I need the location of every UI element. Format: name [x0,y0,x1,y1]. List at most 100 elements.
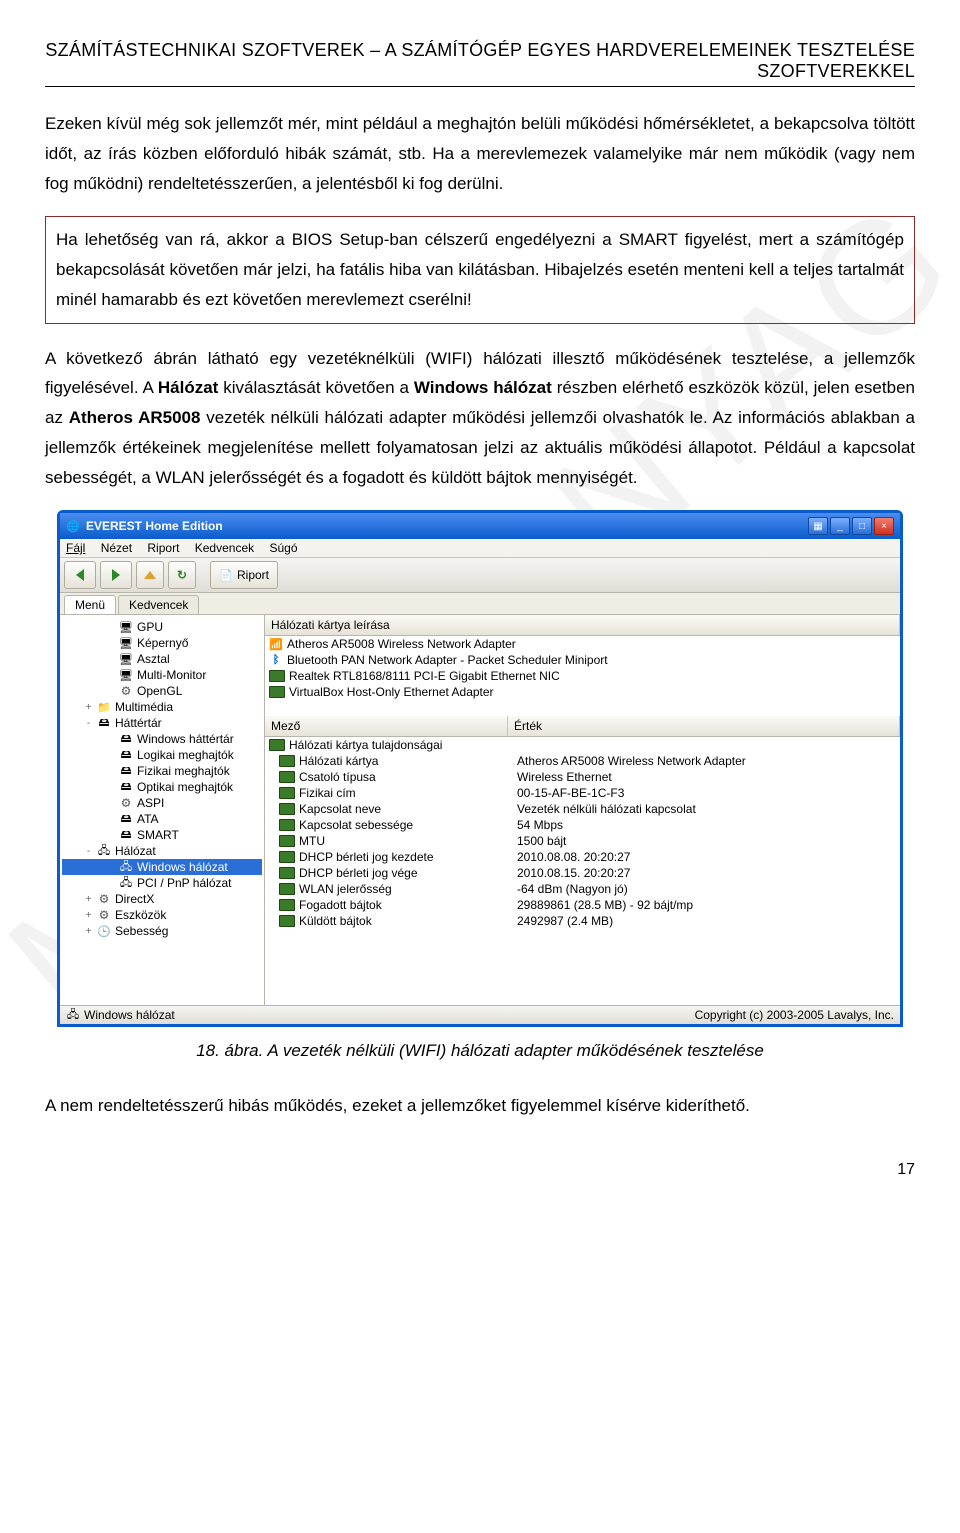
col-field[interactable]: Mező [265,716,508,736]
property-row[interactable]: Fogadott bájtok29889861 (28.5 MB) - 92 b… [265,897,900,913]
tree-item[interactable]: Fizikai meghajtók [62,763,262,779]
back-button[interactable] [64,561,96,589]
adapter-label: Atheros AR5008 Wireless Network Adapter [287,637,516,651]
back-icon [76,569,84,581]
property-row[interactable]: DHCP bérleti jog vége2010.08.15. 20:20:2… [265,865,900,881]
tree-item[interactable]: GPU [62,619,262,635]
adapter-label: Realtek RTL8168/8111 PCI-E Gigabit Ether… [289,669,560,683]
status-icon [66,1008,80,1022]
wifi-icon [269,637,283,651]
tree-item-label: Windows hálózat [137,860,228,874]
disk-icon [119,748,133,762]
bt-icon [269,653,283,667]
menu-favorites[interactable]: Kedvencek [195,541,254,555]
menu-file[interactable]: Fájl [66,541,85,555]
adapter-row[interactable]: VirtualBox Host-Only Ethernet Adapter [265,684,900,700]
adapter-label: VirtualBox Host-Only Ethernet Adapter [289,685,494,699]
tree-item[interactable]: Optikai meghajtók [62,779,262,795]
tree-item[interactable]: Windows hálózat [62,859,262,875]
maximize-button[interactable]: □ [852,517,872,535]
property-row[interactable]: Fizikai cím00-15-AF-BE-1C-F3 [265,785,900,801]
report-button[interactable]: Riport [210,561,278,589]
property-value: Vezeték nélküli hálózati kapcsolat [513,801,900,817]
adapter-row[interactable]: Atheros AR5008 Wireless Network Adapter [265,636,900,652]
property-row[interactable]: Kapcsolat sebessége54 Mbps [265,817,900,833]
tree-item[interactable]: PCI / PnP hálózat [62,875,262,891]
nic-icon [279,883,295,895]
property-key: DHCP bérleti jog vége [299,866,418,880]
tree-item[interactable]: Asztal [62,651,262,667]
property-row[interactable]: Hálózati kártya tulajdonságai [265,737,900,753]
property-value: -64 dBm (Nagyon jó) [513,881,900,897]
gear-icon [97,892,111,906]
property-row[interactable]: Küldött bájtok2492987 (2.4 MB) [265,913,900,929]
tree-item[interactable]: +DirectX [62,891,262,907]
tree-item[interactable]: ATA [62,811,262,827]
forward-button[interactable] [100,561,132,589]
adapter-row[interactable]: Bluetooth PAN Network Adapter - Packet S… [265,652,900,668]
tree-item[interactable]: OpenGL [62,683,262,699]
tree-item[interactable]: Képernyő [62,635,262,651]
tree-pane[interactable]: GPUKépernyőAsztal Multi-MonitorOpenGL+Mul… [60,615,265,1005]
status-text: Windows hálózat [84,1008,175,1022]
col-adapter-desc[interactable]: Hálózati kártya leírása [265,615,900,635]
tree-item-label: Hálózat [115,844,156,858]
property-value: 2492987 (2.4 MB) [513,913,900,929]
tree-item[interactable]: Multi-Monitor [62,667,262,683]
tree-item[interactable]: -Háttértár [62,715,262,731]
help-button[interactable]: ▦ [808,517,828,535]
tree-item-label: SMART [137,828,179,842]
minimize-button[interactable]: _ [830,517,850,535]
disk-icon [119,812,133,826]
tree-item-label: Multimédia [115,700,173,714]
gear-icon [119,796,133,810]
tree-item-label: Háttértár [115,716,162,730]
property-key: Csatoló típusa [299,770,376,784]
property-row[interactable]: Csatoló típusaWireless Ethernet [265,769,900,785]
property-row[interactable]: MTU1500 bájt [265,833,900,849]
net-icon [119,860,133,874]
fold-icon [97,700,111,714]
menu-help[interactable]: Súgó [269,541,297,555]
tree-item-label: Asztal [137,652,170,666]
tree-item[interactable]: +Multimédia [62,699,262,715]
property-row[interactable]: Hálózati kártyaAtheros AR5008 Wireless N… [265,753,900,769]
property-key: DHCP bérleti jog kezdete [299,850,434,864]
close-button[interactable]: × [874,517,894,535]
up-icon [144,571,156,579]
net-icon [97,844,111,858]
forward-icon [112,569,120,581]
tree-item[interactable]: Windows háttértár [62,731,262,747]
refresh-button[interactable] [168,561,196,589]
menu-view[interactable]: Nézet [101,541,132,555]
up-button[interactable] [136,561,164,589]
gear-icon [97,908,111,922]
expander-icon: - [84,846,93,857]
tree-item[interactable]: +Eszközök [62,907,262,923]
tree-item-label: DirectX [115,892,154,906]
tree-item[interactable]: +Sebesség [62,923,262,939]
tree-item[interactable]: Logikai meghajtók [62,747,262,763]
tree-item-label: PCI / PnP hálózat [137,876,232,890]
col-value[interactable]: Érték [508,716,900,736]
property-row[interactable]: Kapcsolat neveVezeték nélküli hálózati k… [265,801,900,817]
menu-report[interactable]: Riport [147,541,179,555]
tree-item-label: Multi-Monitor [137,668,206,682]
disk-icon [119,732,133,746]
tree-item-label: Sebesség [115,924,168,938]
menubar: Fájl Nézet Riport Kedvencek Súgó [60,539,900,558]
tabbar: Menü Kedvencek [60,593,900,615]
mon-icon [119,636,133,650]
property-row[interactable]: DHCP bérleti jog kezdete2010.08.08. 20:2… [265,849,900,865]
tree-item[interactable]: SMART [62,827,262,843]
tree-item[interactable]: ASPI [62,795,262,811]
adapter-label: Bluetooth PAN Network Adapter - Packet S… [287,653,608,667]
tab-menu[interactable]: Menü [64,595,116,614]
tab-favorites[interactable]: Kedvencek [118,595,199,614]
property-grid: Hálózati kártya tulajdonságaiHálózati ká… [265,737,900,1005]
property-key: Fogadott bájtok [299,898,382,912]
property-row[interactable]: WLAN jelerősség-64 dBm (Nagyon jó) [265,881,900,897]
titlebar: EVEREST Home Edition ▦ _ □ × [60,513,900,539]
adapter-row[interactable]: Realtek RTL8168/8111 PCI-E Gigabit Ether… [265,668,900,684]
tree-item[interactable]: - Hálózat [62,843,262,859]
